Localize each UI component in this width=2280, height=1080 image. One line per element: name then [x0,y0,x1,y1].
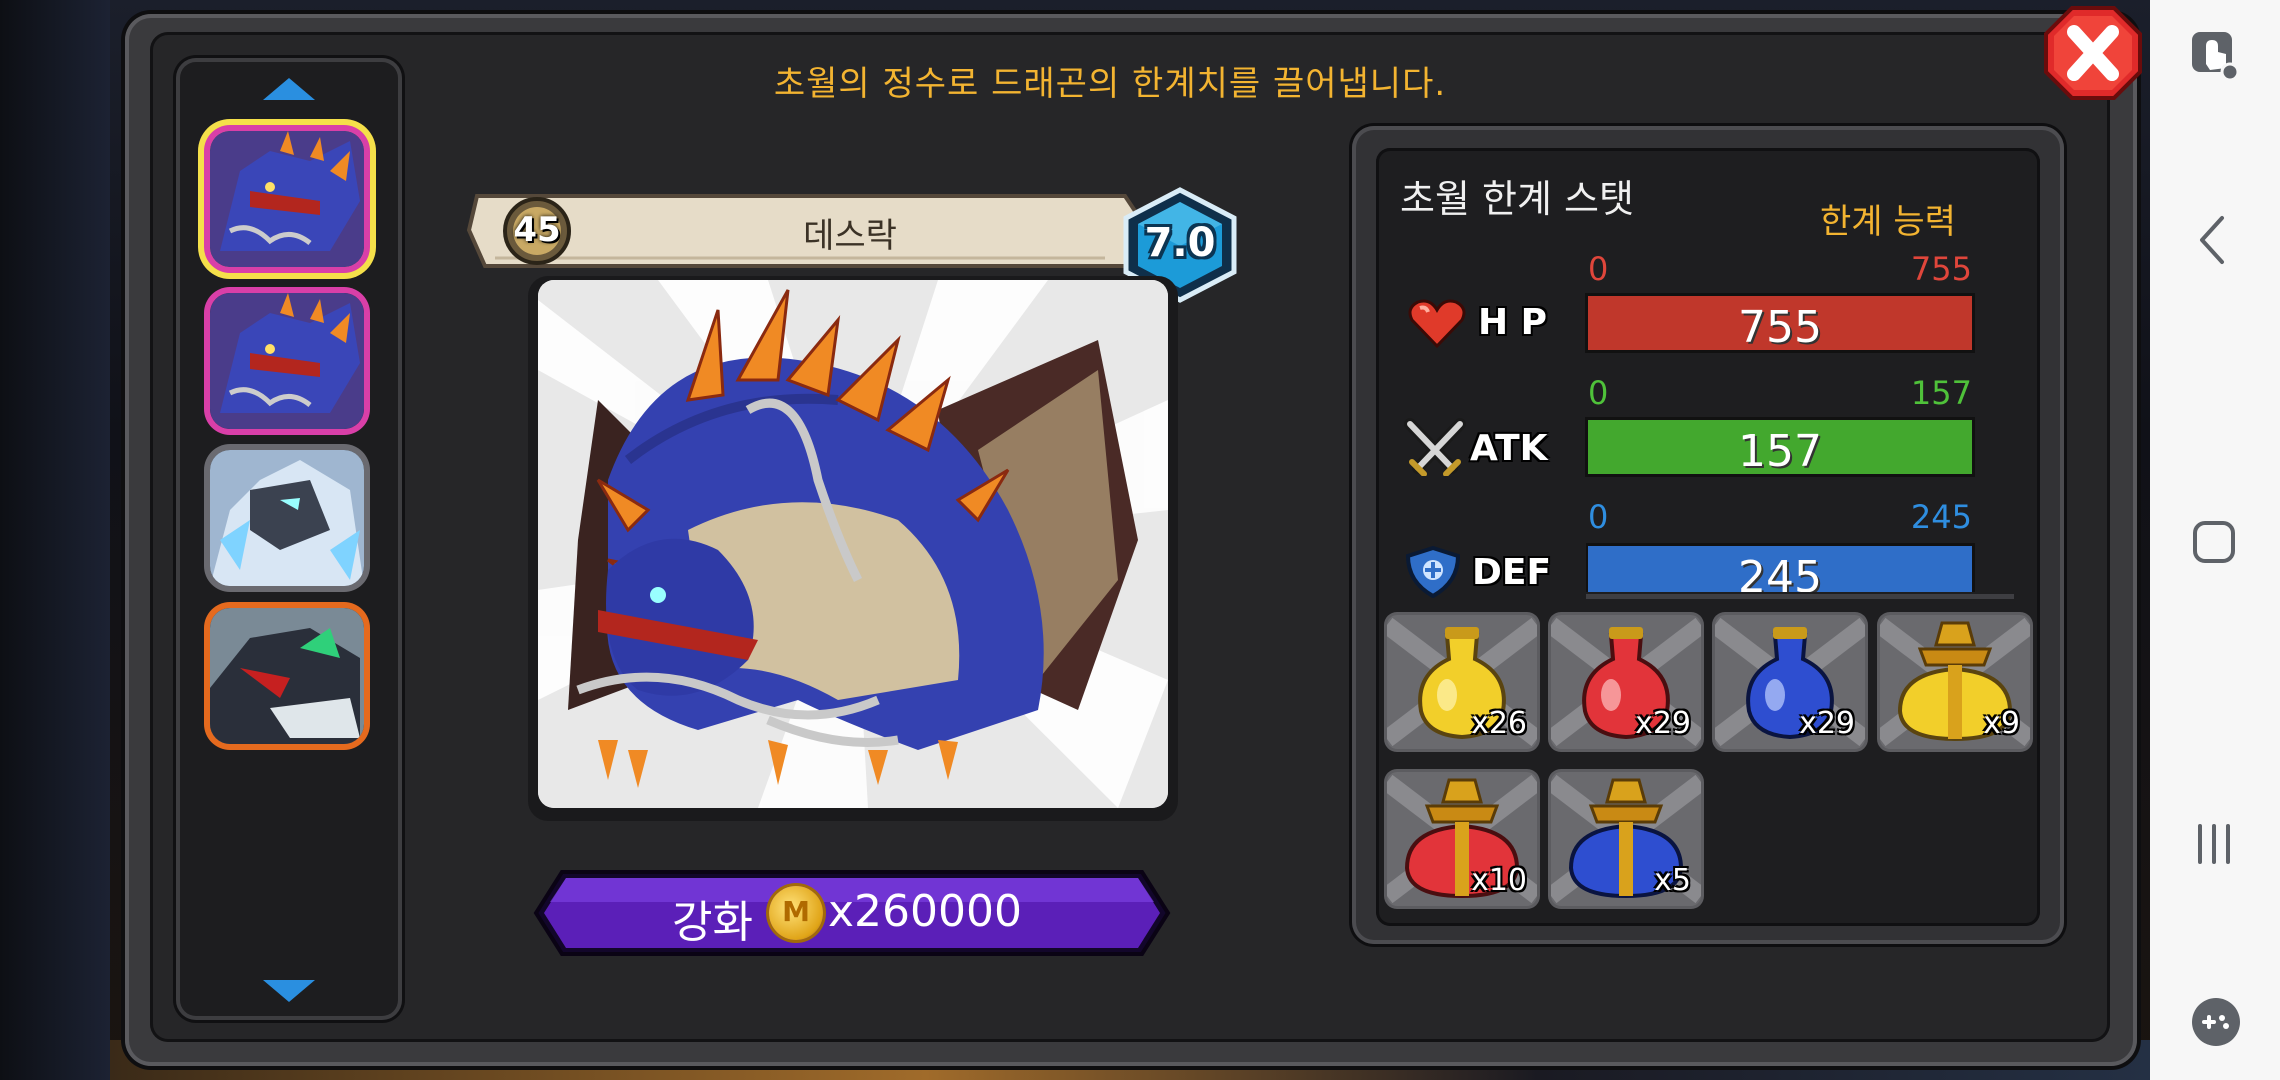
hp-stat-name: H P [1478,302,1548,343]
item-slot-3[interactable]: x29 [1715,615,1865,749]
dragon-thumb-shadow[interactable] [210,608,364,744]
def-min: 0 [1588,498,1609,536]
def-value: 245 [1738,552,1822,592]
crossed-swords-icon [1404,418,1466,476]
atk-min: 0 [1588,374,1609,412]
enhance-cost: x260000 [828,886,1023,937]
item-count: x29 [1799,706,1855,741]
item-count: x5 [1654,863,1691,898]
def-bar: 245 [1588,546,1972,592]
atk-max: 157 [1910,374,1972,412]
stats-divider [1586,594,2014,599]
item-count: x9 [1983,706,2020,741]
background-edge [0,0,110,1080]
def-bar-viewport: 245 [1586,540,1976,592]
def-max: 245 [1910,498,1972,536]
atk-stat-name: ATK [1470,428,1548,469]
hp-max: 755 [1910,250,1972,288]
atk-value: 157 [1738,426,1822,477]
item-slot-4[interactable]: x9 [1880,615,2030,749]
heart-icon [1408,299,1466,349]
shield-icon [1405,546,1461,598]
atk-bar: 157 [1588,420,1972,477]
home-icon[interactable] [2192,520,2236,564]
limit-ability-label: 한계 능력 [1820,202,1956,242]
header-description: 초월의 정수로 드래곤의 한계치를 끌어냅니다. [773,64,1447,104]
dragon-thumb-deathrock[interactable] [210,131,364,267]
dragon-name: 데스락 [803,216,897,256]
game-tools-icon[interactable] [2190,996,2242,1048]
dragon-thumb-deathrock-2[interactable] [210,293,364,429]
coin-symbol: M [782,895,810,928]
hp-min: 0 [1588,250,1609,288]
item-slot-1[interactable]: x26 [1387,615,1537,749]
system-nav-bar [2150,0,2280,1080]
item-count: x26 [1471,706,1527,741]
item-slot-2[interactable]: x29 [1551,615,1701,749]
dragon-portrait [538,280,1168,808]
dragon-level: 45 [513,210,561,250]
recent-apps-icon[interactable] [2194,822,2234,866]
dragon-artwork [538,280,1168,808]
scroll-up-arrow-icon[interactable] [263,78,315,100]
hp-bar: 755 [1588,296,1972,353]
back-icon[interactable] [2196,214,2226,266]
item-slot-5[interactable]: x10 [1387,772,1537,906]
stats-title: 초월 한계 스탯 [1400,177,1634,221]
hp-value: 755 [1738,302,1822,353]
touch-lock-icon[interactable] [2190,30,2240,82]
scroll-down-arrow-icon[interactable] [263,980,315,1002]
item-slot-6[interactable]: x5 [1551,772,1701,906]
dragon-grade: 7.0 [1144,220,1216,266]
enhance-label[interactable]: 강화 [672,886,753,950]
close-icon [2044,6,2142,100]
item-count: x29 [1635,706,1691,741]
close-button[interactable] [2044,6,2142,100]
item-count: x10 [1471,863,1527,898]
dragon-thumb-crystal[interactable] [210,450,364,586]
def-stat-name: DEF [1472,552,1552,593]
